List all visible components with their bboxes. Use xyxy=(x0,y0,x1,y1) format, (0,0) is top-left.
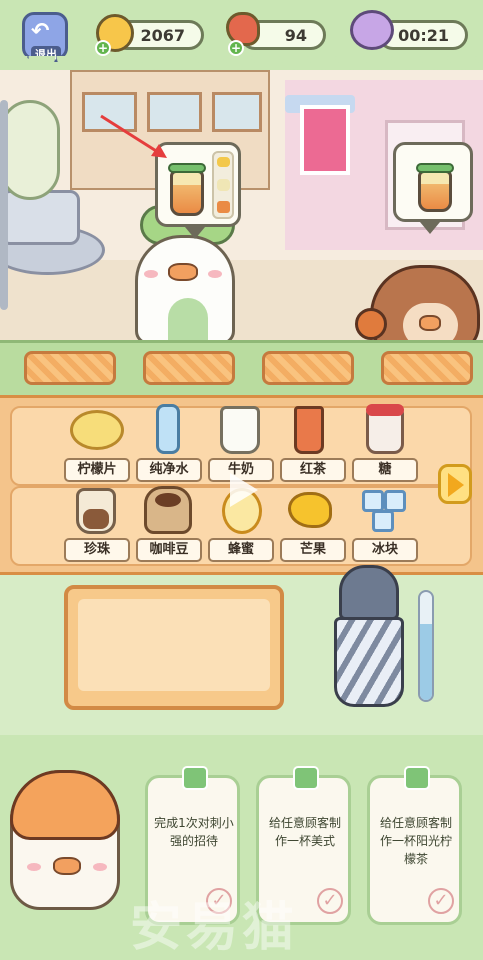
arrow-right-icon xyxy=(448,473,464,497)
chicken-beak xyxy=(168,263,198,281)
scroll-indicator xyxy=(0,100,8,310)
ingredient-label: 红茶 xyxy=(280,458,346,482)
coin-count: 2067 xyxy=(140,25,185,45)
clipboard-clip-icon xyxy=(293,766,319,790)
ingredient-label: 冰块 xyxy=(352,538,418,562)
order-bubble-hedgehog[interactable] xyxy=(393,142,473,222)
ingredient-panel: 柠檬片 纯净水 牛奶 红茶 糖 珍珠 咖啡豆 蜂蜜 芒果 冰块 xyxy=(0,395,483,575)
ice-cube xyxy=(384,490,406,512)
chicken-customer[interactable] xyxy=(135,235,235,345)
gauge-fill xyxy=(420,624,432,700)
jar-lid xyxy=(366,404,404,416)
tea-mini-icon xyxy=(217,201,230,213)
ingredient-tapioca-pearls[interactable]: 珍珠 xyxy=(62,482,132,562)
hamster-mascot xyxy=(0,760,130,930)
ingredient-milk[interactable]: 牛奶 xyxy=(206,402,276,482)
ingredient-black-tea[interactable]: 红茶 xyxy=(278,402,348,482)
red-pointer-arrow-icon xyxy=(100,114,167,158)
task-area: 完成1次对刺小强的招待 ✓ 给任意顾客制作一杯美式 ✓ 给任意顾客制作一杯阳光柠… xyxy=(0,735,483,960)
basketball-icon xyxy=(355,308,387,340)
lemon-tea-drink-icon xyxy=(418,170,452,212)
ingredient-label: 芒果 xyxy=(280,538,346,562)
hedgehog-face xyxy=(403,303,458,345)
tapioca-pearls-icon xyxy=(76,488,116,534)
clipboard-clip-icon xyxy=(404,766,430,790)
add-coins-button[interactable]: + xyxy=(95,40,111,56)
ingredient-label: 咖啡豆 xyxy=(136,538,202,562)
beans xyxy=(155,493,181,507)
check-icon: ✓ xyxy=(317,888,343,914)
hedgehog-nose xyxy=(419,315,441,331)
task-text: 完成1次对刺小强的招待 xyxy=(154,816,234,848)
drink-lid xyxy=(416,163,454,173)
ingredient-tray[interactable] xyxy=(64,585,284,710)
timer-value: 00:21 xyxy=(398,25,449,45)
hamster-blush xyxy=(93,863,107,871)
clipboard-clip-icon xyxy=(182,766,208,790)
shop-scene xyxy=(0,70,483,345)
chicken-belly xyxy=(168,298,208,345)
ingredient-ice-cubes[interactable]: 冰块 xyxy=(350,482,420,562)
task-text: 给任意顾客制作一杯阳光柠檬茶 xyxy=(379,816,452,866)
video-play-icon[interactable] xyxy=(230,473,258,507)
ingredient-label: 纯净水 xyxy=(136,458,202,482)
ingredient-label: 蜂蜜 xyxy=(208,538,274,562)
hamster-nose xyxy=(53,857,81,875)
pear-mini-icon xyxy=(217,179,230,191)
sugar-jar-icon xyxy=(366,404,404,454)
lemon-mini-icon xyxy=(217,157,230,167)
alarm-clock-icon xyxy=(350,10,394,50)
coffee-beans-icon xyxy=(144,486,192,534)
exit-button[interactable]: ↶ 退出 xyxy=(22,12,68,62)
ingredient-pure-water[interactable]: 纯净水 xyxy=(134,402,204,482)
water-bottle-icon xyxy=(156,404,180,454)
serving-counter xyxy=(0,340,483,395)
hamster-orange-cap xyxy=(10,770,120,840)
lemon-tea-drink-icon xyxy=(170,170,204,216)
prep-area xyxy=(0,565,483,735)
chicken-blush xyxy=(144,270,158,278)
pink-shop-window xyxy=(300,105,350,175)
pearls xyxy=(83,509,109,529)
lemon-slices-icon xyxy=(70,410,124,450)
bubble-tail xyxy=(185,227,205,239)
ingredient-label: 珍珠 xyxy=(64,538,130,562)
task-text: 给任意顾客制作一杯美式 xyxy=(268,816,341,848)
bubble-tail xyxy=(420,222,440,234)
meat-count: 94 xyxy=(284,25,307,45)
serving-plate-2[interactable] xyxy=(143,351,235,385)
task-card-3[interactable]: 给任意顾客制作一杯阳光柠檬茶 ✓ xyxy=(367,766,462,925)
ice-cubes-icon xyxy=(362,490,384,512)
serving-plate-4[interactable] xyxy=(381,351,473,385)
hedgehog-customer[interactable] xyxy=(370,265,480,345)
ingredient-label: 糖 xyxy=(352,458,418,482)
hamster-blush xyxy=(27,863,41,871)
order-ingredient-list xyxy=(212,151,234,219)
building-window xyxy=(212,92,262,132)
back-arrow-icon: ↶ xyxy=(31,19,50,44)
shake-progress-gauge xyxy=(418,590,434,702)
black-tea-icon xyxy=(294,406,324,454)
next-page-button[interactable] xyxy=(438,464,472,504)
add-meat-button[interactable]: + xyxy=(228,40,244,56)
shaker-cap xyxy=(339,565,399,620)
ingredient-mango[interactable]: 芒果 xyxy=(278,482,348,562)
cocktail-shaker-icon[interactable] xyxy=(334,617,404,707)
serving-plate-3[interactable] xyxy=(262,351,354,385)
ingredient-lemon-slices[interactable]: 柠檬片 xyxy=(62,402,132,482)
tray-surface xyxy=(78,599,270,691)
ingredient-label: 柠檬片 xyxy=(64,458,130,482)
hamster-body xyxy=(10,770,120,910)
plant-statue-icon xyxy=(0,100,60,200)
ice-cube xyxy=(372,510,394,532)
check-icon: ✓ xyxy=(428,888,454,914)
ingredient-coffee-beans[interactable]: 咖啡豆 xyxy=(134,482,204,562)
mango-icon xyxy=(288,492,332,528)
watermark-text: 安易猫 xyxy=(130,898,299,958)
milk-jug-icon xyxy=(220,406,260,454)
chicken-blush xyxy=(208,270,222,278)
serving-plate-1[interactable] xyxy=(24,351,116,385)
ingredient-sugar[interactable]: 糖 xyxy=(350,402,420,482)
